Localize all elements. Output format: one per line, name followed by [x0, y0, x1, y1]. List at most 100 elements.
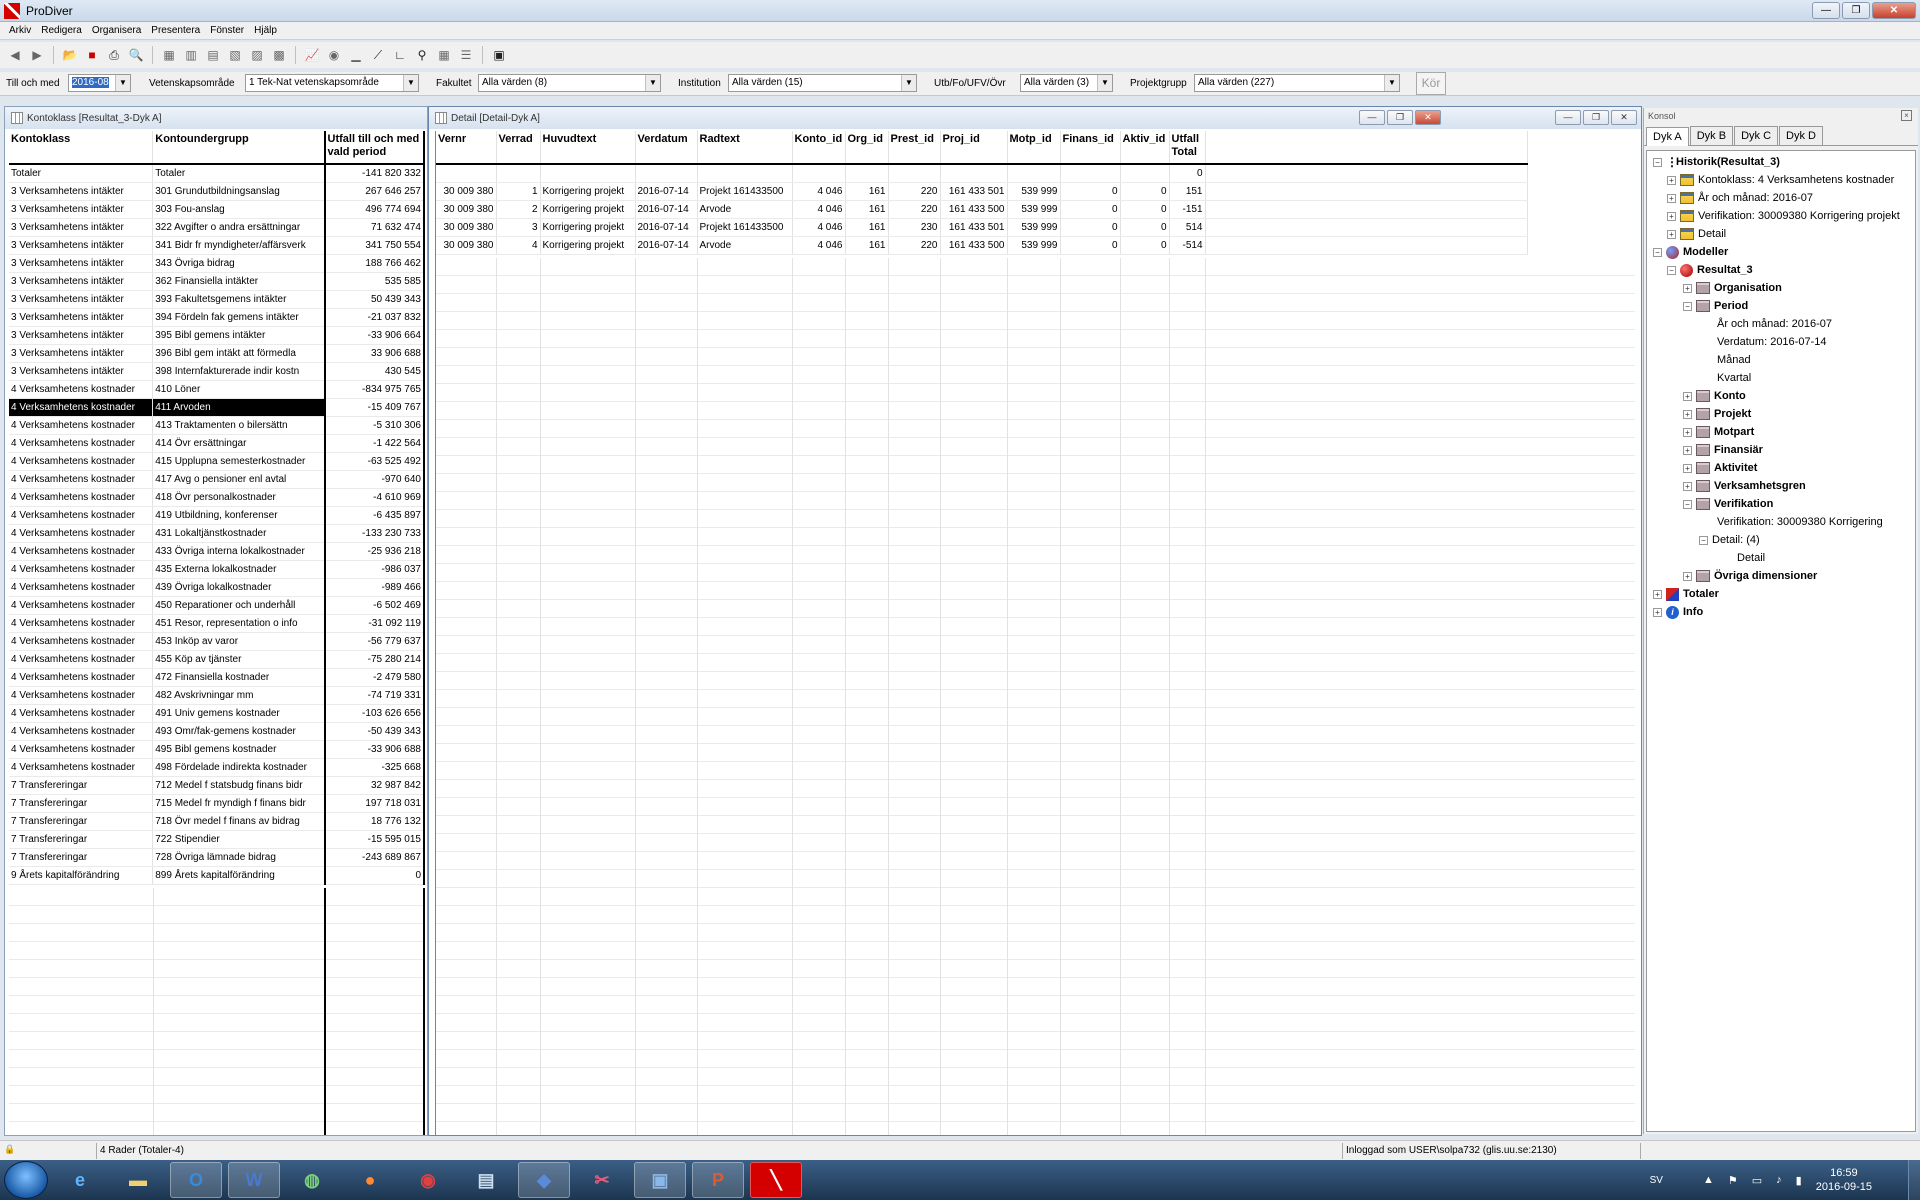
kontoundergrupp-cell[interactable]: 439 Övriga lokalkostnader — [152, 578, 326, 597]
kontoundergrupp-cell[interactable]: 303 Fou-anslag — [152, 200, 326, 219]
prodiver-icon[interactable]: ■ — [83, 46, 101, 64]
kontoundergrupp-cell[interactable]: Totaler — [152, 164, 326, 183]
table-row[interactable]: 4 Verksamhetens kostnader 455 Köp av tjän… — [9, 650, 425, 669]
table-row[interactable]: 3 Verksamhetens intäkter 322 Avgifter o a… — [9, 218, 425, 237]
proj-id-cell[interactable]: 161 433 501 — [940, 218, 1008, 237]
table-row[interactable]: 4 Verksamhetens kostnader 417 Avg o pensi… — [9, 470, 425, 489]
huvudtext-cell[interactable]: Korrigering projekt — [540, 218, 636, 237]
expand-icon[interactable]: + — [1683, 391, 1692, 401]
kontoundergrupp-cell[interactable]: 343 Övriga bidrag — [152, 254, 326, 273]
prodiver-taskbar-icon[interactable]: ╲ — [750, 1162, 802, 1198]
expand-icon[interactable]: + — [1683, 427, 1692, 437]
kontoklass-cell[interactable]: 4 Verksamhetens kostnader — [9, 722, 154, 741]
column-header-org-id[interactable]: Org_id — [845, 131, 889, 165]
kontoklass-cell[interactable]: Totaler — [9, 164, 154, 183]
tree-node[interactable]: + Konto — [1683, 387, 1746, 405]
konto-id-cell[interactable] — [792, 164, 846, 183]
table-row[interactable]: 4 Verksamhetens kostnader 418 Övr persona… — [9, 488, 425, 507]
expand-icon[interactable]: + — [1683, 409, 1692, 419]
column-header-huvudtext[interactable]: Huvudtext — [540, 131, 636, 165]
tree-node[interactable]: Verifikation: 30009380 Korrigering — [1717, 513, 1883, 531]
kontoklass-cell[interactable]: 3 Verksamhetens intäkter — [9, 254, 154, 273]
kontoundergrupp-cell[interactable]: 722 Stipendier — [152, 830, 326, 849]
kontoundergrupp-cell[interactable]: 453 Inköp av varor — [152, 632, 326, 651]
verrad-cell[interactable]: 3 — [496, 218, 541, 237]
table-row[interactable]: 3 Verksamhetens intäkter 398 Internfaktur… — [9, 362, 425, 381]
konto-id-cell[interactable]: 4 046 — [792, 200, 846, 219]
console-close-icon[interactable]: × — [1901, 110, 1912, 121]
kontoundergrupp-cell[interactable]: 322 Avgifter o andra ersättningar — [152, 218, 326, 237]
radtext-cell[interactable]: Projekt 161433500 — [697, 218, 793, 237]
collapse-icon[interactable]: − — [1683, 499, 1692, 509]
kontoklass-cell[interactable]: 4 Verksamhetens kostnader — [9, 416, 154, 435]
expand-icon[interactable]: + — [1667, 229, 1676, 239]
network-icon[interactable]: ▭ — [1752, 1174, 1762, 1187]
utfall-cell[interactable]: -33 906 688 — [324, 740, 425, 759]
motp-id-cell[interactable]: 539 999 — [1007, 182, 1061, 201]
tree-node[interactable]: − Modeller — [1653, 243, 1728, 261]
start-button[interactable] — [4, 1161, 48, 1199]
tree-node[interactable]: + Finansiär — [1683, 441, 1763, 459]
tree-node[interactable]: Verdatum: 2016-07-14 — [1717, 333, 1826, 351]
menu-organisera[interactable]: Organisera — [92, 25, 141, 36]
utfall-total-cell[interactable]: 151 — [1169, 182, 1206, 201]
utfall-cell[interactable]: -21 037 832 — [324, 308, 425, 327]
kontoklass-cell[interactable]: 3 Verksamhetens intäkter — [9, 272, 154, 291]
aktiv-id-cell[interactable]: 0 — [1120, 218, 1170, 237]
outer-restore-button[interactable]: ❐ — [1583, 110, 1609, 125]
tree-node[interactable]: + Verifikation: 30009380 Korrigering proj… — [1667, 207, 1900, 225]
table-row[interactable]: 30 009 380 4 Korrigering projekt 2016-07-14… — [436, 236, 1528, 255]
motp-id-cell[interactable]: 539 999 — [1007, 218, 1061, 237]
tree-node[interactable]: + Aktivitet — [1683, 459, 1757, 477]
table-row[interactable]: 3 Verksamhetens intäkter 396 Bibl gem int… — [9, 344, 425, 363]
utfall-cell[interactable]: -50 439 343 — [324, 722, 425, 741]
prest-id-cell[interactable] — [888, 164, 941, 183]
utfall-cell[interactable]: 496 774 694 — [324, 200, 425, 219]
firefox-icon[interactable]: ● — [344, 1162, 396, 1198]
column-header-kontoklass[interactable]: Kontoklass — [9, 131, 154, 165]
motp-id-cell[interactable] — [1007, 164, 1061, 183]
prest-id-cell[interactable]: 230 — [888, 218, 941, 237]
kontoklass-cell[interactable]: 4 Verksamhetens kostnader — [9, 434, 154, 453]
kontoundergrupp-cell[interactable]: 411 Arvoden — [152, 398, 326, 417]
kontoklass-cell[interactable]: 3 Verksamhetens intäkter — [9, 344, 154, 363]
radtext-cell[interactable]: Arvode — [697, 236, 793, 255]
restore-button[interactable]: ❐ — [1842, 2, 1870, 19]
kontoklass-cell[interactable]: 4 Verksamhetens kostnader — [9, 560, 154, 579]
close-button[interactable]: ✕ — [1872, 2, 1916, 19]
kontoundergrupp-cell[interactable]: 435 Externa lokalkostnader — [152, 560, 326, 579]
utfall-cell[interactable]: -75 280 214 — [324, 650, 425, 669]
verdatum-cell[interactable]: 2016-07-14 — [635, 200, 698, 219]
kontoundergrupp-cell[interactable]: 493 Omr/fak-gemens kostnader — [152, 722, 326, 741]
detail-close-button[interactable]: ✕ — [1415, 110, 1441, 125]
huvudtext-cell[interactable]: Korrigering projekt — [540, 200, 636, 219]
till-och-med-select[interactable]: 2016-08 ▼ — [68, 74, 131, 92]
outer-minimize-button[interactable]: — — [1555, 110, 1581, 125]
utfall-cell[interactable]: -970 640 — [324, 470, 425, 489]
table-row[interactable]: 4 Verksamhetens kostnader 482 Avskrivning… — [9, 686, 425, 705]
minimize-button[interactable]: — — [1812, 2, 1840, 19]
kontoklass-cell[interactable]: 3 Verksamhetens intäkter — [9, 362, 154, 381]
expand-icon[interactable]: + — [1653, 607, 1662, 617]
proj-id-cell[interactable] — [940, 164, 1008, 183]
org-id-cell[interactable] — [845, 164, 889, 183]
table-row[interactable]: 4 Verksamhetens kostnader 431 Lokaltjänst… — [9, 524, 425, 543]
menu-redigera[interactable]: Redigera — [41, 25, 82, 36]
table-row[interactable]: 7 Transfereringar 718 Övr medel f finans … — [9, 812, 425, 831]
kontoklass-cell[interactable]: 3 Verksamhetens intäkter — [9, 218, 154, 237]
tree-node[interactable]: + i Info — [1653, 603, 1703, 621]
table-row[interactable]: 7 Transfereringar 712 Medel f statsbudg f… — [9, 776, 425, 795]
kontoklass-cell[interactable]: 4 Verksamhetens kostnader — [9, 614, 154, 633]
kontoklass-cell[interactable]: 4 Verksamhetens kostnader — [9, 704, 154, 723]
org-id-cell[interactable]: 161 — [845, 182, 889, 201]
detail-minimize-button[interactable]: — — [1359, 110, 1385, 125]
prest-id-cell[interactable]: 220 — [888, 200, 941, 219]
table-row[interactable]: 4 Verksamhetens kostnader 495 Bibl gemens… — [9, 740, 425, 759]
collapse-icon[interactable]: − — [1683, 301, 1692, 311]
column-header-radtext[interactable]: Radtext — [697, 131, 793, 165]
column-header-prest-id[interactable]: Prest_id — [888, 131, 941, 165]
org-id-cell[interactable]: 161 — [845, 236, 889, 255]
internet-explorer-icon[interactable]: e — [54, 1162, 106, 1198]
table-row[interactable]: 4 Verksamhetens kostnader 414 Övr ersättn… — [9, 434, 425, 453]
projektgrupp-select[interactable]: Alla värden (227) ▼ — [1194, 74, 1400, 92]
